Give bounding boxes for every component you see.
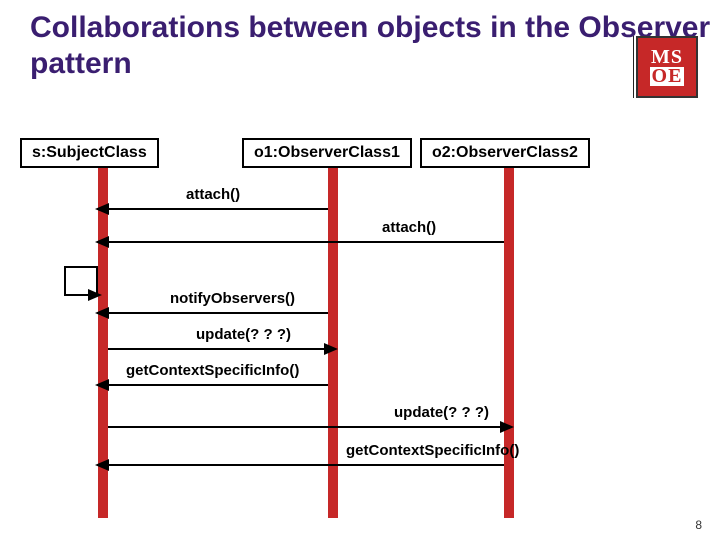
- title-divider: [633, 36, 634, 98]
- msg-attach1-arrow: [108, 208, 328, 210]
- msg-getinfo2-arrow: [108, 464, 504, 466]
- lifeline-observer2: [504, 168, 514, 518]
- msg-attach1-label: attach(): [186, 186, 240, 203]
- msg-attach2-arrow: [108, 241, 504, 243]
- participant-observer1: o1:ObserverClass1: [242, 138, 412, 168]
- msg-attach2-label: attach(): [382, 219, 436, 236]
- msoe-logo: MS OE: [636, 36, 698, 98]
- self-call-return-head: [88, 289, 102, 301]
- msg-attach1-head: [95, 203, 109, 215]
- msg-notify-label: notifyObservers(): [170, 290, 295, 307]
- logo-bottom: OE: [650, 67, 685, 86]
- msg-update2-arrow: [108, 426, 504, 428]
- msg-getinfo1-arrow: [108, 384, 328, 386]
- msg-notify-arrow: [108, 312, 328, 314]
- slide-title: Collaborations between objects in the Ob…: [30, 10, 720, 82]
- page-number: 8: [695, 518, 702, 532]
- msg-update1-label: update(? ? ?): [196, 326, 291, 343]
- msg-getinfo2-head: [95, 459, 109, 471]
- participant-subject: s:SubjectClass: [20, 138, 159, 168]
- msg-getinfo2-label: getContextSpecificInfo(): [346, 442, 519, 459]
- msg-getinfo1-label: getContextSpecificInfo(): [126, 362, 299, 379]
- participant-observer2: o2:ObserverClass2: [420, 138, 590, 168]
- msg-notify-head: [95, 307, 109, 319]
- msg-update2-label: update(? ? ?): [394, 404, 489, 421]
- msg-getinfo1-head: [95, 379, 109, 391]
- msg-update1-head: [324, 343, 338, 355]
- msg-attach2-head: [95, 236, 109, 248]
- msg-update1-arrow: [108, 348, 328, 350]
- msg-update2-head: [500, 421, 514, 433]
